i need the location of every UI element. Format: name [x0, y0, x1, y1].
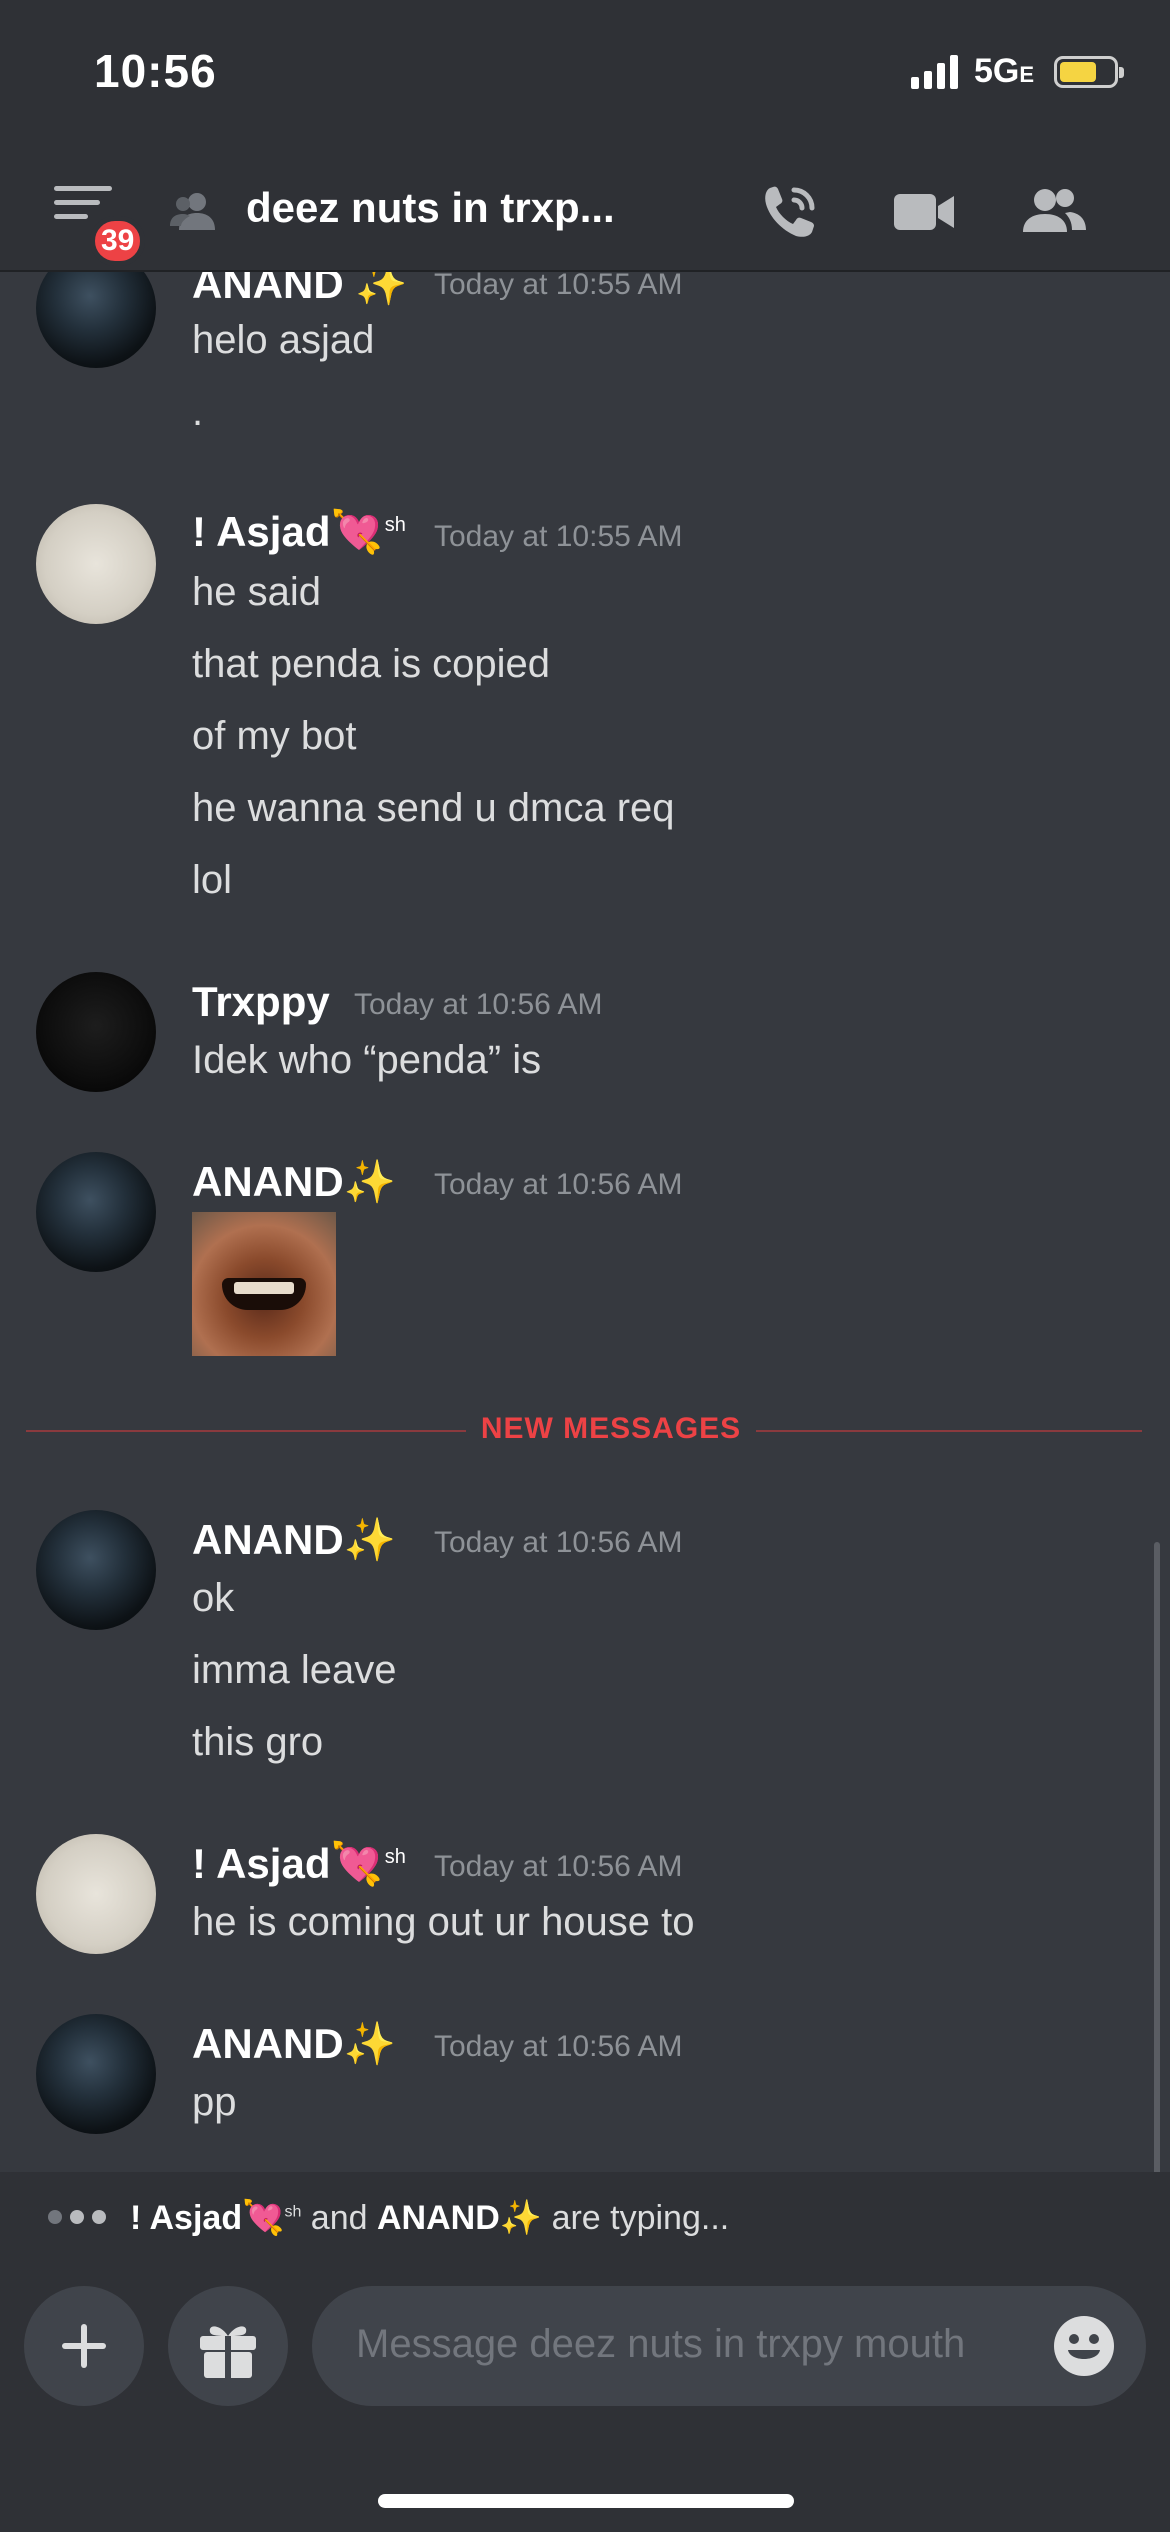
emoji-picker-icon[interactable] — [1052, 2314, 1116, 2378]
author-name[interactable]: ANAND ✨ — [192, 272, 408, 309]
add-attachment-button[interactable] — [24, 2286, 144, 2406]
author-name[interactable]: ANAND✨ — [192, 1158, 396, 1207]
message-text[interactable]: of my bot — [192, 714, 357, 759]
battery-icon — [1054, 55, 1124, 88]
author-name[interactable]: ! Asjad💘 sh — [192, 1840, 406, 1889]
avatar[interactable] — [36, 1834, 156, 1954]
message-input-placeholder: Message deez nuts in trxpy mouth — [356, 2322, 966, 2366]
message-list[interactable]: ANAND ✨ Today at 10:55 AM helo asjad . !… — [0, 272, 1170, 2172]
avatar[interactable] — [36, 272, 156, 368]
avatar[interactable] — [36, 972, 156, 1092]
image-attachment[interactable] — [192, 1212, 336, 1356]
message-input[interactable]: Message deez nuts in trxpy mouth — [312, 2286, 1146, 2406]
author-name[interactable]: Trxppy — [192, 978, 330, 1026]
plus-icon — [62, 2324, 106, 2368]
timestamp: Today at 10:55 AM — [434, 272, 683, 301]
timestamp: Today at 10:56 AM — [354, 988, 603, 1021]
message-text[interactable]: helo asjad — [192, 318, 374, 363]
new-messages-label: NEW MESSAGES — [466, 1412, 756, 1446]
author-name[interactable]: ANAND✨ — [192, 1516, 396, 1565]
message-text[interactable]: . — [192, 390, 203, 435]
channel-title: deez nuts in trxp... — [246, 184, 615, 231]
home-indicator[interactable] — [378, 2494, 794, 2508]
avatar[interactable] — [36, 504, 156, 624]
timestamp: Today at 10:56 AM — [434, 1168, 683, 1201]
scrollbar[interactable] — [1154, 1542, 1160, 2172]
timestamp: Today at 10:55 AM — [434, 520, 683, 553]
message-text[interactable]: he is coming out ur house to — [192, 1900, 695, 1945]
avatar[interactable] — [36, 1152, 156, 1272]
gift-icon — [200, 2326, 256, 2378]
call-icon[interactable] — [756, 180, 826, 244]
message-text[interactable]: imma leave — [192, 1648, 397, 1693]
typing-dots-icon — [48, 2210, 106, 2224]
menu-button[interactable]: 39 — [54, 186, 146, 266]
message-text[interactable]: lol — [192, 858, 232, 903]
avatar[interactable] — [36, 1510, 156, 1630]
message-text[interactable]: Idek who “penda” is — [192, 1038, 541, 1083]
author-name[interactable]: ! Asjad💘 sh — [192, 508, 406, 557]
channel-header: 39 deez nuts in trxp... — [0, 150, 1170, 272]
message-text[interactable]: pp — [192, 2080, 237, 2125]
message-composer: Message deez nuts in trxpy mouth — [0, 2262, 1170, 2532]
message-text[interactable]: he said — [192, 570, 321, 615]
video-icon[interactable] — [888, 180, 958, 244]
timestamp: Today at 10:56 AM — [434, 1526, 683, 1559]
typing-indicator: ! Asjad💘sh and ANAND✨ are typing... — [0, 2172, 1170, 2262]
avatar[interactable] — [36, 2014, 156, 2134]
timestamp: Today at 10:56 AM — [434, 2030, 683, 2063]
author-name[interactable]: ANAND✨ — [192, 2020, 396, 2069]
notification-badge: 39 — [90, 216, 146, 266]
status-indicators: 5GE — [910, 52, 1124, 91]
timestamp: Today at 10:56 AM — [434, 1850, 683, 1883]
message-text[interactable]: he wanna send u dmca req — [192, 786, 675, 831]
message-text[interactable]: this gro — [192, 1720, 323, 1765]
status-bar: 10:56 5GE — [0, 0, 1170, 150]
message-text[interactable]: ok — [192, 1576, 234, 1621]
signal-icon — [910, 54, 958, 89]
members-icon[interactable] — [1018, 180, 1088, 244]
clock: 10:56 — [94, 45, 217, 97]
typing-text: ! Asjad💘sh and ANAND✨ are typing... — [130, 2199, 730, 2237]
network-type: 5GE — [973, 52, 1034, 90]
gift-button[interactable] — [168, 2286, 288, 2406]
group-dm-icon — [170, 193, 215, 230]
new-messages-divider: NEW MESSAGES — [26, 1412, 1142, 1446]
message-text[interactable]: that penda is copied — [192, 642, 550, 687]
